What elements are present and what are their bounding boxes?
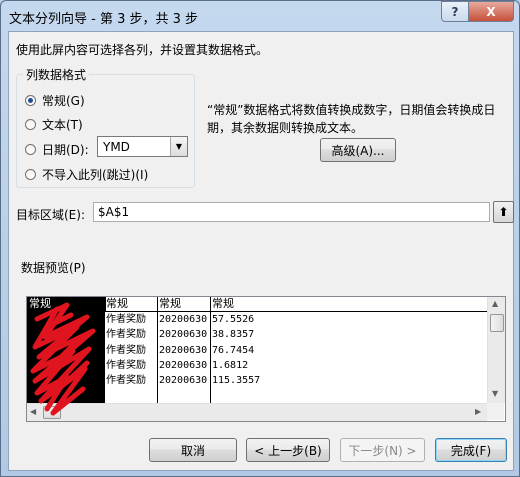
radio-date[interactable]: 日期(D):: [25, 141, 89, 158]
preview-cell: 20200630: [159, 314, 208, 325]
title-bar[interactable]: 文本分列向导 - 第 3 步，共 3 步 ? X: [1, 1, 519, 31]
date-format-value: YMD: [103, 140, 130, 154]
instruction-text: 使用此屏内容可选择各列，并设置其数据格式。: [16, 43, 269, 57]
selected-column-fill: [27, 312, 104, 403]
next-button[interactable]: 下一步(N) >: [340, 438, 425, 462]
radio-date-label: 日期(D):: [42, 143, 89, 157]
chevron-down-icon[interactable]: ▼: [170, 137, 187, 156]
radio-button-icon[interactable]: [25, 95, 36, 106]
preview-cell: 作者奖励: [106, 360, 146, 371]
date-format-select[interactable]: YMD ▼: [97, 136, 188, 157]
scroll-up-icon[interactable]: ▲: [492, 299, 498, 308]
preview-cell: 20200630: [159, 345, 208, 356]
cancel-button[interactable]: 取消: [149, 438, 237, 462]
scroll-left-icon[interactable]: ◀: [30, 407, 36, 416]
radio-skip-label: 不导入此列(跳过)(I): [42, 168, 149, 182]
data-preview[interactable]: 常规 常规 常规 常规 作者奖励 20200630 57.5526 作者奖励 2…: [26, 296, 506, 422]
radio-button-icon[interactable]: [25, 119, 36, 130]
column-header[interactable]: 常规: [158, 297, 211, 312]
preview-cell: 作者奖励: [106, 314, 146, 325]
column-divider: [210, 297, 211, 403]
preview-cell: 115.3557: [212, 375, 261, 386]
preview-grid[interactable]: 常规 常规 常规 常规 作者奖励 20200630 57.5526 作者奖励 2…: [27, 297, 487, 403]
preview-cell: 1.6812: [212, 360, 249, 371]
preview-cell: 作者奖励: [106, 329, 146, 340]
preview-cell: 20200630: [159, 329, 208, 340]
close-button[interactable]: X: [468, 1, 514, 22]
advanced-button[interactable]: 高级(A)...: [320, 138, 396, 162]
radio-text-label: 文本(T): [42, 118, 83, 132]
preview-cell: 76.7454: [212, 345, 255, 356]
vertical-scrollbar[interactable]: ▲ ▼: [487, 297, 505, 403]
back-button[interactable]: < 上一步(B): [246, 438, 330, 462]
destination-input[interactable]: $A$1: [93, 202, 490, 222]
scroll-corner: [487, 403, 504, 420]
horizontal-scrollbar[interactable]: ◀ ▶: [27, 403, 487, 421]
radio-button-icon[interactable]: [25, 144, 36, 155]
finish-button[interactable]: 完成(F): [435, 438, 507, 462]
preview-cell: 作者奖励: [106, 375, 146, 386]
preview-cell: 作者奖励: [106, 345, 146, 356]
column-divider: [157, 297, 158, 403]
column-header[interactable]: 常规: [27, 297, 106, 312]
column-format-title: 列数据格式: [23, 66, 90, 83]
scroll-down-icon[interactable]: ▼: [492, 389, 498, 398]
format-description: “常规”数据格式将数值转换成数字，日期值会转换成日期，其余数据则转换成文本。: [207, 103, 496, 135]
preview-cell: 20200630: [159, 375, 208, 386]
radio-general[interactable]: 常规(G): [25, 92, 85, 109]
column-divider: [104, 297, 105, 403]
dialog-body: 使用此屏内容可选择各列，并设置其数据格式。 列数据格式 常规(G) 文本(T) …: [8, 31, 514, 471]
radio-button-icon[interactable]: [25, 169, 36, 180]
scroll-thumb[interactable]: [490, 314, 504, 332]
destination-label: 目标区域(E):: [16, 208, 85, 222]
scroll-right-icon[interactable]: ▶: [475, 407, 481, 416]
help-button[interactable]: ?: [441, 1, 469, 22]
preview-cell: 57.5526: [212, 314, 255, 325]
collapse-dialog-icon[interactable]: ⬆: [493, 201, 514, 223]
scroll-thumb[interactable]: [43, 406, 61, 419]
column-header[interactable]: 常规: [105, 297, 158, 312]
window-title: 文本分列向导 - 第 3 步，共 3 步: [9, 12, 199, 27]
preview-label: 数据预览(P): [21, 261, 86, 275]
radio-general-label: 常规(G): [42, 94, 85, 108]
radio-text[interactable]: 文本(T): [25, 116, 83, 133]
column-header[interactable]: 常规: [211, 297, 487, 312]
preview-cell: 38.8357: [212, 329, 255, 340]
text-wizard-dialog: 文本分列向导 - 第 3 步，共 3 步 ? X 使用此屏内容可选择各列，并设置…: [0, 0, 520, 477]
preview-cell: 20200630: [159, 360, 208, 371]
radio-skip[interactable]: 不导入此列(跳过)(I): [25, 166, 148, 183]
